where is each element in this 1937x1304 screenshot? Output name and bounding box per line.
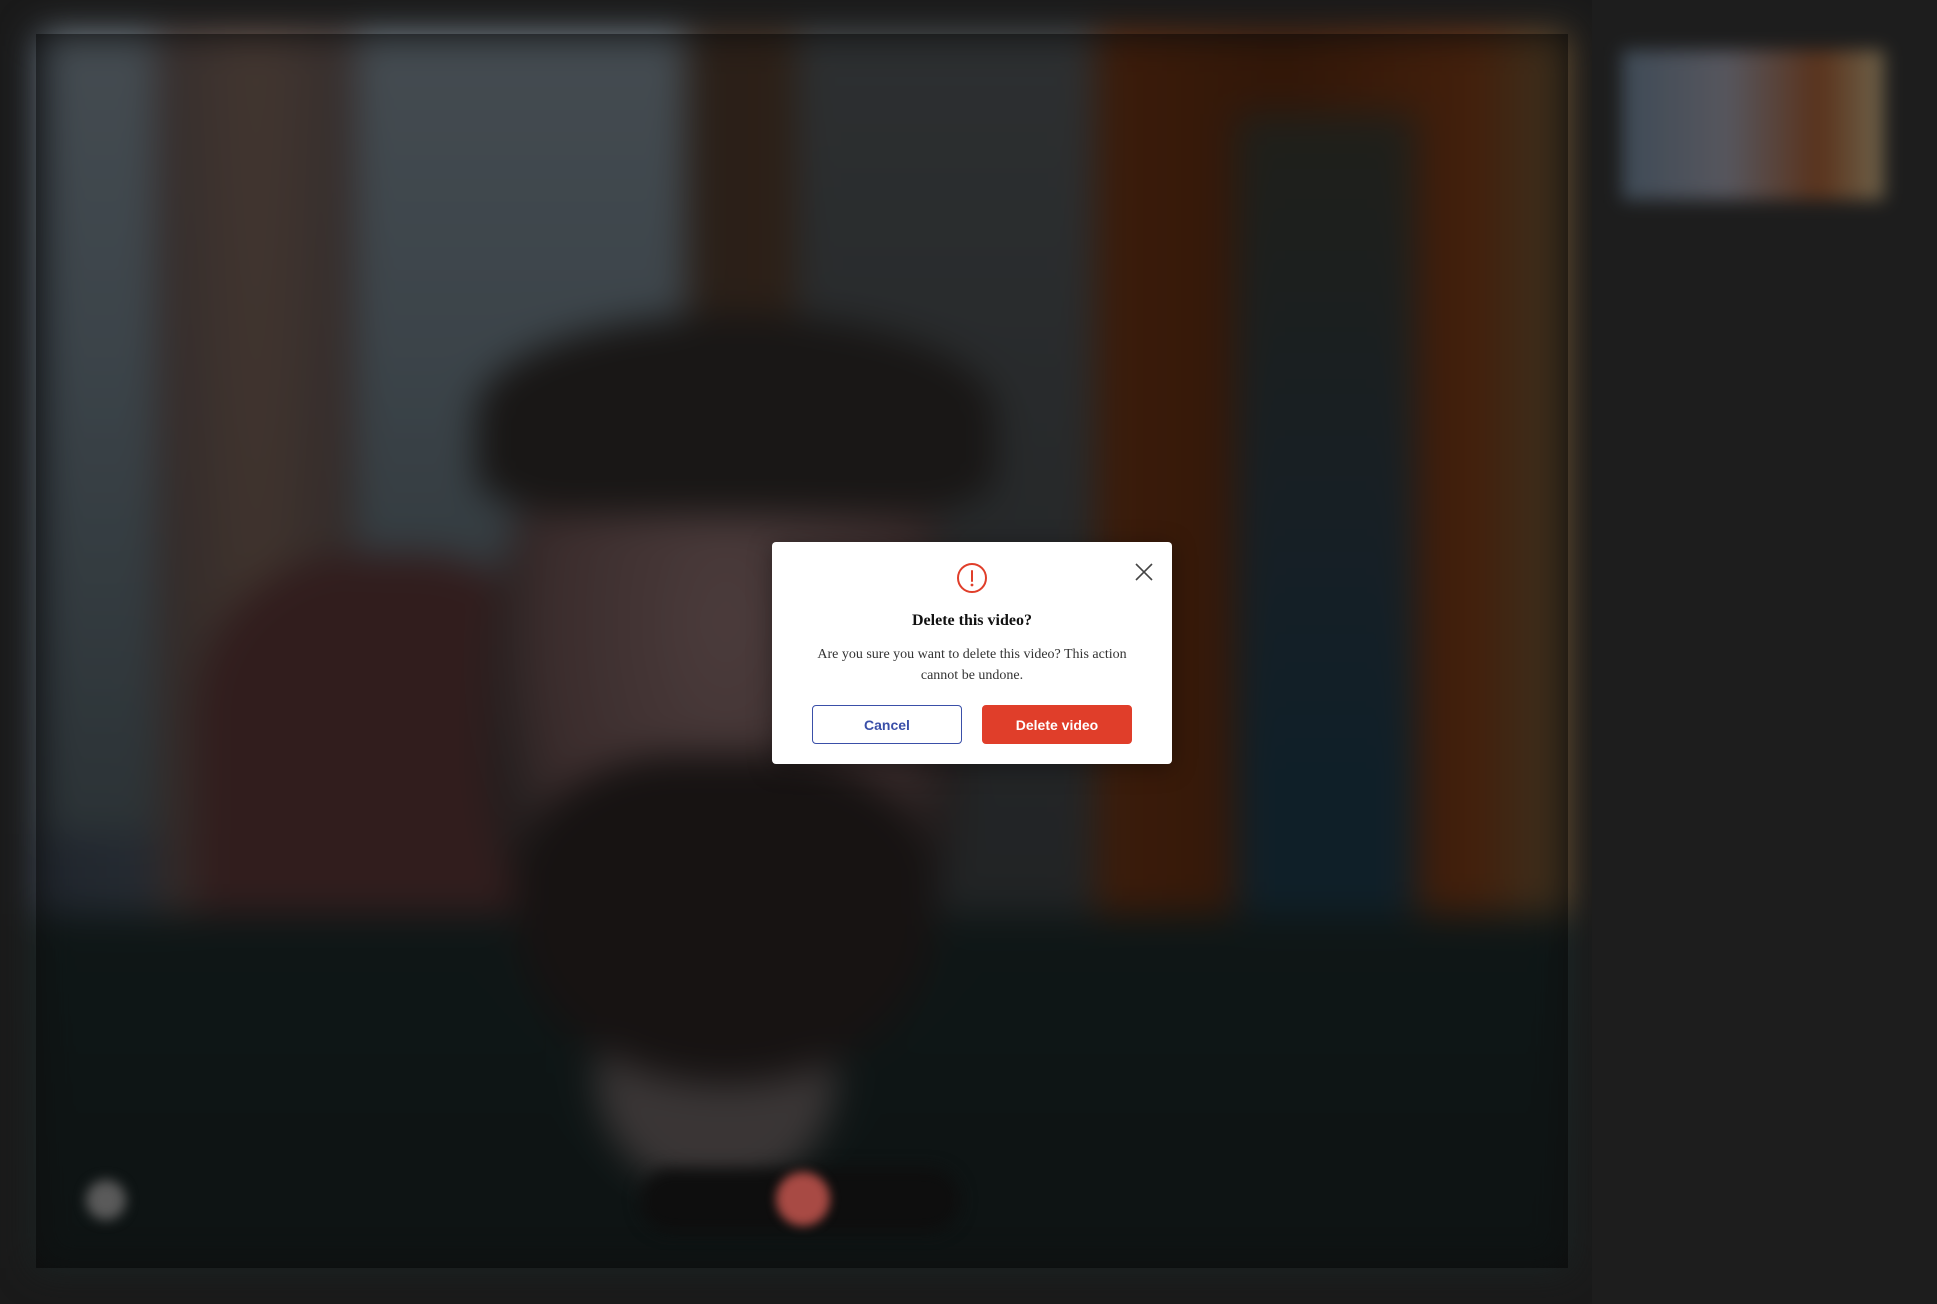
cancel-button[interactable]: Cancel <box>812 705 962 744</box>
dialog-message: Are you sure you want to delete this vid… <box>817 647 1127 683</box>
record-button[interactable] <box>776 1172 830 1226</box>
exclamation-circle-icon <box>956 562 988 594</box>
close-button[interactable] <box>1132 560 1156 584</box>
dialog-title: Delete this video? <box>912 612 1032 629</box>
delete-video-button[interactable]: Delete video <box>982 705 1132 744</box>
video-thumbnail[interactable] <box>1622 50 1884 200</box>
close-icon <box>1135 563 1153 581</box>
settings-control-button[interactable] <box>86 1180 126 1220</box>
delete-video-dialog: Delete this video? Are you sure you want… <box>772 542 1172 764</box>
